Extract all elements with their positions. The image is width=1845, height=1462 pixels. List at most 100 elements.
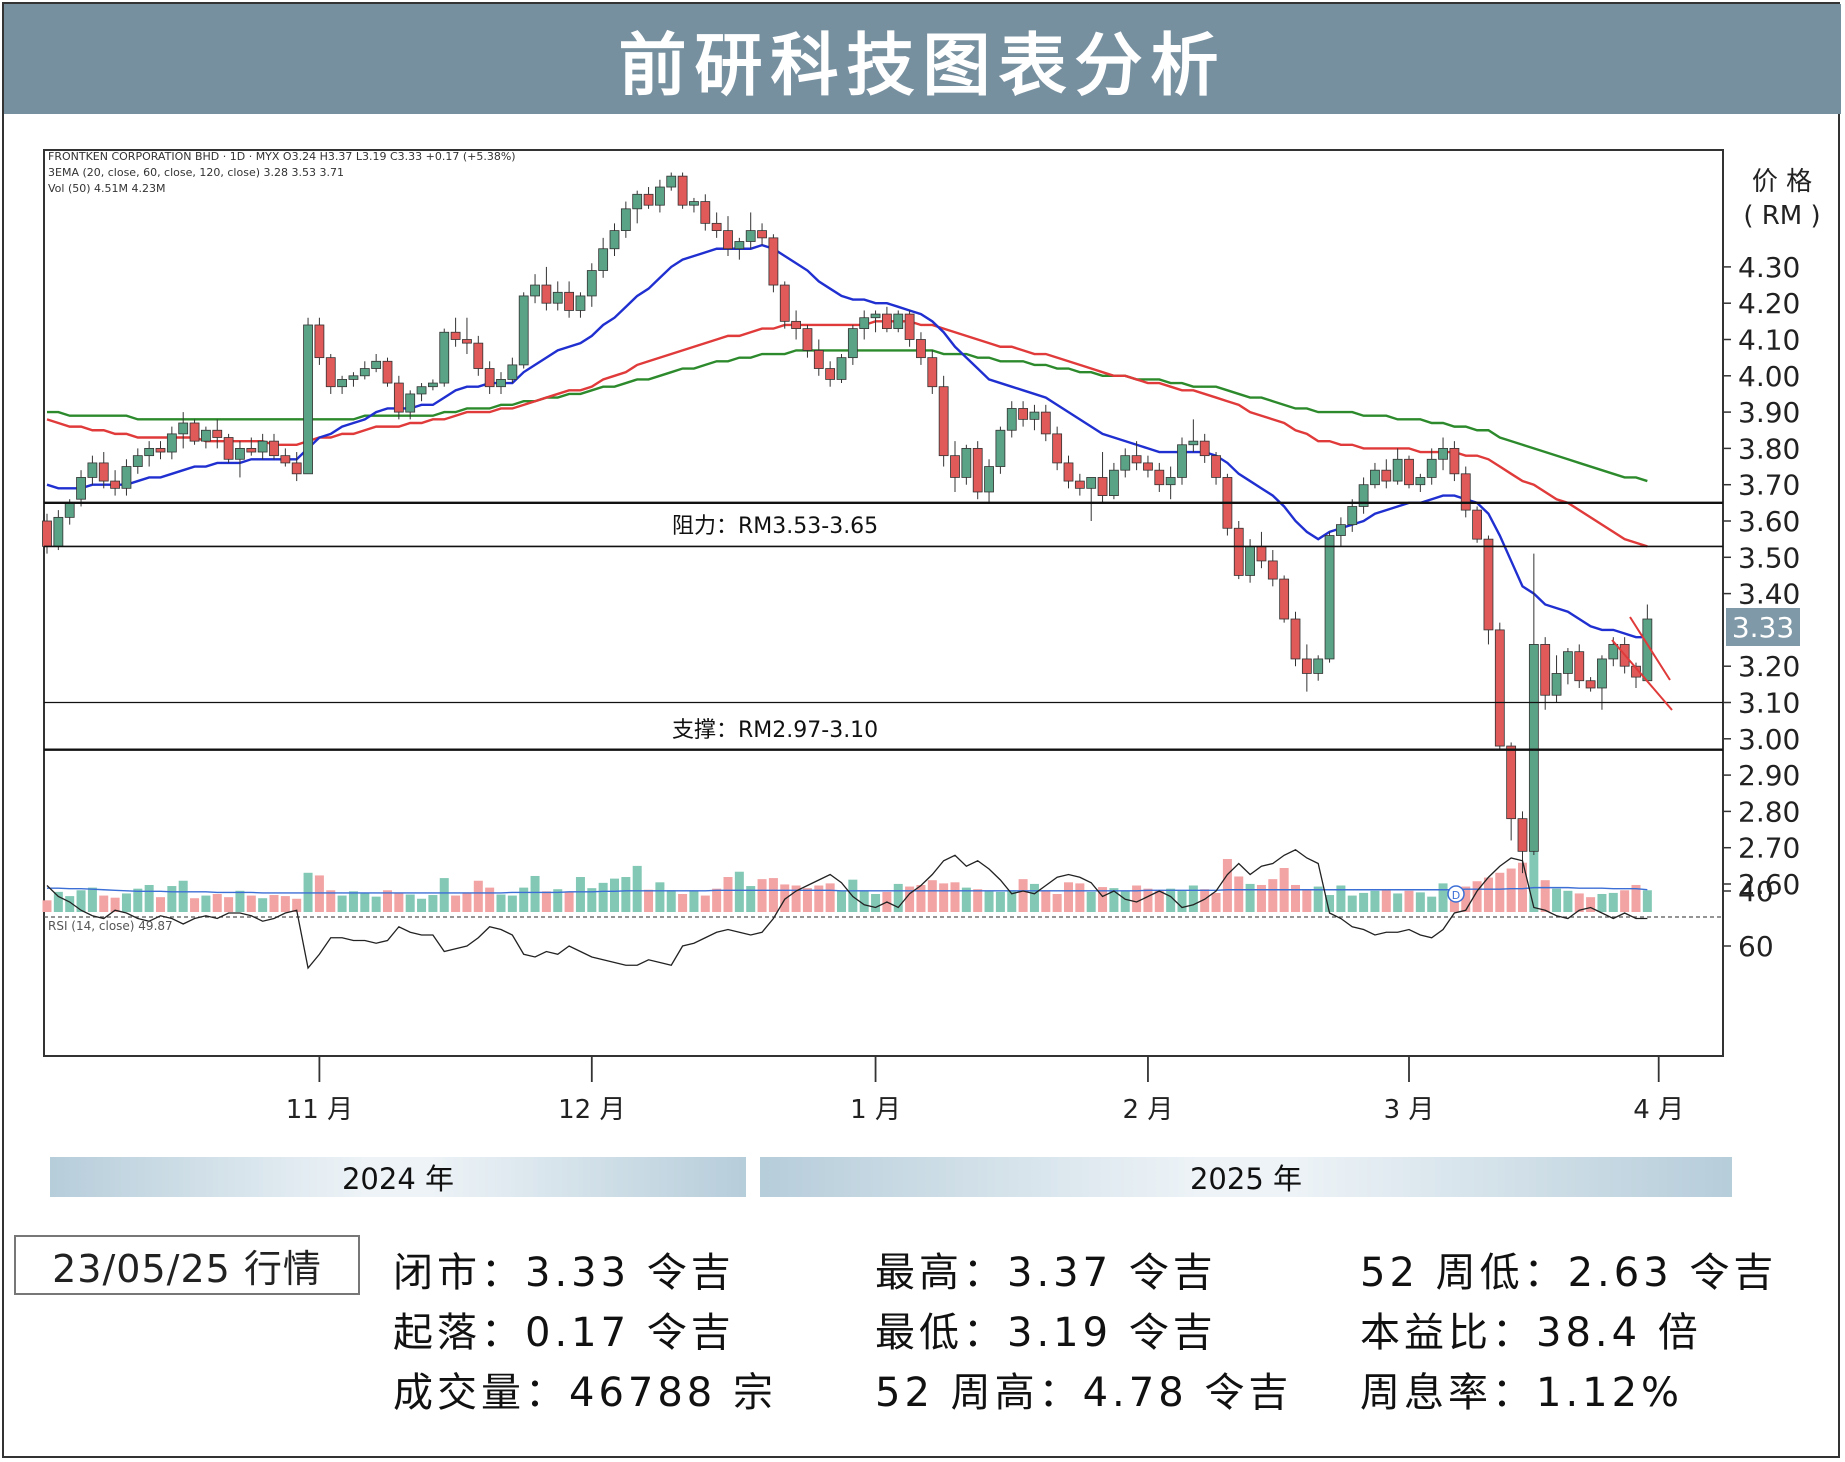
candle-body [280, 455, 291, 464]
price-tick-label: 3.90 [1738, 396, 1800, 429]
price-tick-label: 4.30 [1738, 251, 1800, 284]
price-tick-label: 4.00 [1738, 360, 1800, 393]
volume-bar [1415, 892, 1425, 912]
candle-body [416, 386, 427, 395]
candle-body [189, 422, 200, 442]
candle-body [439, 331, 450, 384]
candle-body [689, 201, 699, 206]
candle-body [768, 237, 779, 286]
volume-bar [1642, 890, 1652, 912]
candle-body [734, 241, 745, 250]
volume-bar [927, 880, 937, 912]
candle-body [427, 382, 438, 388]
volume-bar [723, 877, 733, 912]
candle-body [132, 455, 143, 467]
month-tick-label: 1 月 [850, 1095, 901, 1125]
candle-body [791, 320, 801, 330]
candle-body [984, 466, 994, 493]
candle-body [1018, 408, 1028, 420]
price-tick-label: 3.70 [1738, 469, 1800, 502]
volume-bar [621, 877, 631, 912]
candle-body [1506, 745, 1517, 820]
volume-bar [541, 891, 551, 912]
stat-close: 闭市：3.33 令吉 [393, 1250, 735, 1296]
volume-bar [575, 877, 585, 912]
candle-body [711, 222, 722, 231]
volume-bar [87, 887, 97, 912]
volume-bar [42, 900, 52, 912]
candle-body [552, 291, 563, 304]
volume-bar [1177, 890, 1187, 912]
candle-body [382, 360, 393, 384]
candle-body [473, 342, 484, 369]
month-tick-label: 12 月 [558, 1095, 625, 1125]
candle-body [462, 339, 472, 344]
volume-bar [1029, 883, 1039, 912]
candle-body [1256, 546, 1267, 562]
volume-bar [689, 891, 699, 912]
volume-bar [1086, 891, 1096, 912]
candle-body [1540, 644, 1551, 696]
candle-body [870, 313, 881, 319]
candle-body [1290, 618, 1301, 660]
price-tick-label: 2.60 [1738, 868, 1800, 901]
volume-bar [678, 893, 688, 912]
candle-body [598, 248, 609, 271]
volume-bar [1143, 888, 1153, 912]
resistance-label: 阻力：RM3.53-3.65 [672, 514, 878, 539]
volume-bar [212, 893, 222, 912]
candle-body [745, 230, 756, 242]
volume-bar [768, 878, 778, 912]
volume-bar [632, 865, 642, 912]
stat-volume: 成交量：46788 宗 [393, 1370, 777, 1416]
candle-body [1052, 433, 1063, 464]
volume-bar [1245, 883, 1255, 912]
volume-bar [1563, 890, 1573, 912]
candle-body [1528, 644, 1539, 852]
month-tick-label: 11 月 [286, 1095, 353, 1125]
last-price-label: 3.33 [1732, 611, 1794, 644]
volume-bar [1495, 872, 1505, 912]
candle-body [757, 230, 767, 239]
candle-body [64, 502, 75, 518]
volume-bar [734, 871, 744, 912]
candle-body [1233, 527, 1244, 576]
candle-body [1404, 458, 1414, 486]
candle-body [1324, 535, 1335, 660]
candle-body [110, 480, 120, 489]
stat-52wk-low: 52 周低：2.63 令吉 [1360, 1250, 1778, 1296]
candle-body [1347, 506, 1358, 526]
y-axis: 4.304.20 4.104.003.903.80 3.703.603.50 3.40… [1723, 167, 1821, 901]
candle-body [609, 230, 620, 250]
volume-bar [644, 889, 654, 912]
candle-body [1551, 673, 1562, 696]
candle-body [257, 440, 268, 453]
price-tick-label: 3.80 [1738, 432, 1800, 465]
volume-bar [1052, 893, 1062, 912]
candle-body [291, 462, 302, 475]
candle-body [200, 429, 211, 442]
candle-body [677, 175, 688, 206]
candle-body [314, 324, 325, 359]
stat-low: 最低：3.19 令吉 [875, 1310, 1217, 1356]
candle-body [1597, 658, 1607, 689]
volume-bar [519, 887, 529, 912]
price-tick-label: 3.00 [1738, 723, 1800, 756]
volume-bar [655, 882, 665, 912]
volume-bar [1552, 888, 1562, 912]
volume-bar [757, 879, 767, 912]
price-tick-label: 3.40 [1738, 578, 1800, 611]
volume-bar [1256, 884, 1266, 912]
candle-body [632, 193, 643, 210]
candle-body [1415, 477, 1426, 486]
candle-body [1563, 651, 1573, 674]
rsi-label: RSI (14, close) 49.87 [48, 919, 173, 933]
candle-body [1188, 440, 1199, 446]
stat-52wk-high: 52 周高：4.78 令吉 [875, 1370, 1293, 1416]
candle-body [620, 208, 631, 232]
candle-body [847, 328, 858, 359]
volume-bar [995, 891, 1005, 912]
volume-bar [712, 888, 722, 912]
candle-body [564, 291, 574, 311]
month-tick-label: 4 月 [1633, 1095, 1684, 1125]
